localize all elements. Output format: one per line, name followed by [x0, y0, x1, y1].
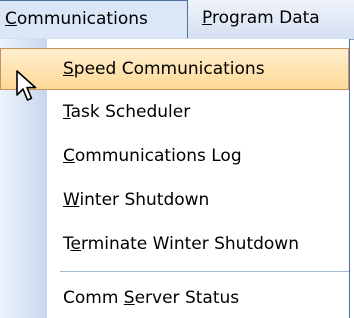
menu-communications[interactable]: Communications — [0, 0, 188, 38]
menu-communications-label: Communications — [5, 9, 148, 29]
menu-item-label: Communications Log — [63, 146, 242, 166]
menu-item-speed-communications[interactable]: Speed Communications — [0, 48, 349, 90]
app-window: Communications Program Data Speed Commun… — [0, 0, 354, 318]
menu-item-label: Comm Server Status — [63, 288, 240, 308]
menu-item-label: Winter Shutdown — [63, 190, 210, 210]
menu-item-task-scheduler[interactable]: Task Scheduler — [0, 91, 349, 133]
menu-program-data[interactable]: Program Data — [189, 0, 354, 38]
communications-dropdown: Speed Communications Task Scheduler Comm… — [0, 39, 350, 318]
menu-separator — [60, 271, 349, 272]
menu-item-label: Task Scheduler — [63, 102, 191, 122]
menu-item-communications-log[interactable]: Communications Log — [0, 135, 349, 177]
menu-item-label: Speed Communications — [63, 59, 265, 79]
menu-program-data-label: Program Data — [202, 8, 320, 28]
mouse-pointer-icon — [16, 70, 37, 101]
menu-bar: Communications Program Data — [0, 0, 354, 40]
menu-item-terminate-winter-shutdown[interactable]: Terminate Winter Shutdown — [0, 223, 349, 265]
menu-item-label: Terminate Winter Shutdown — [63, 234, 299, 254]
menu-item-winter-shutdown[interactable]: Winter Shutdown — [0, 179, 349, 221]
menu-item-comm-server-status[interactable]: Comm Server Status — [0, 277, 349, 318]
